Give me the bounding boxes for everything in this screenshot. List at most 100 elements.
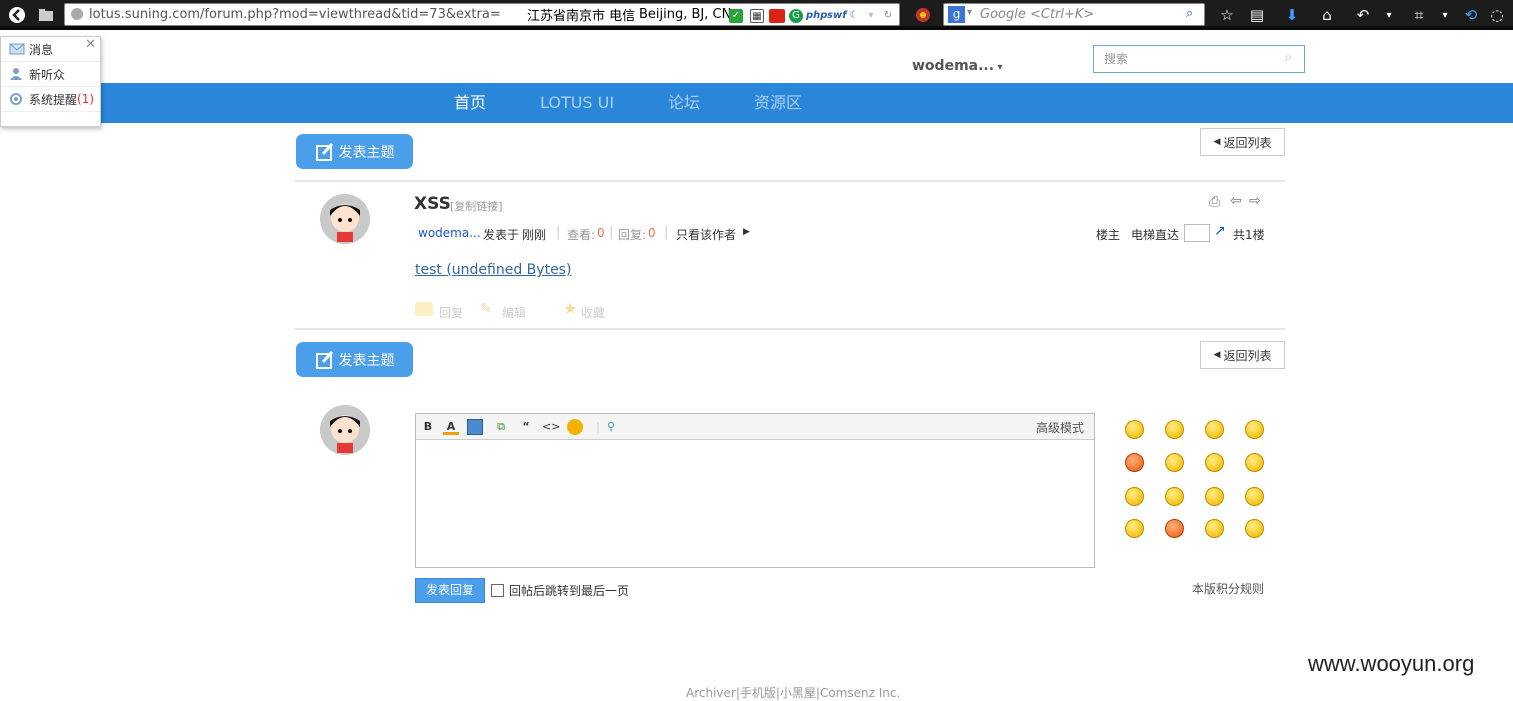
reload-icon[interactable]: ↻: [881, 9, 895, 23]
download-icon[interactable]: ⬇: [1279, 3, 1305, 27]
search-magnifier-icon[interactable]: ⌕: [1284, 48, 1292, 66]
envelope-icon: [9, 42, 25, 56]
bookmark-star-icon[interactable]: ☆: [1214, 3, 1240, 27]
emoji-grin-icon[interactable]: [1205, 420, 1224, 439]
copy-link[interactable]: [复制链接]: [450, 198, 503, 214]
notif-item-new-followers[interactable]: 新听众: [1, 62, 100, 87]
google-icon[interactable]: g: [948, 6, 965, 23]
emoji-happy-icon[interactable]: [1205, 453, 1224, 472]
swf-badge: swf: [827, 10, 847, 21]
green-g-icon[interactable]: G: [789, 9, 803, 23]
next-thread-icon[interactable]: ⇨: [1249, 193, 1261, 209]
google-search-box[interactable]: g ▾ Google <Ctrl+K> ⌕: [943, 3, 1205, 26]
post-topic-button-top[interactable]: 发表主题: [296, 134, 413, 169]
emoji-wink-icon[interactable]: [1125, 519, 1144, 538]
nav-resources[interactable]: 资源区: [754, 83, 802, 123]
emoji-tongue-icon[interactable]: [1165, 487, 1184, 506]
avatar[interactable]: [320, 194, 370, 244]
sync-icon[interactable]: ⟲: [1458, 3, 1484, 27]
geo-city-text: Beijing, BJ, CN: [639, 7, 732, 22]
undo-icon[interactable]: ↶: [1350, 3, 1376, 27]
extension-icon[interactable]: [910, 3, 936, 27]
bold-icon[interactable]: B: [420, 419, 436, 435]
address-bar[interactable]: lotus.suning.com/forum.php?mod=viewthrea…: [64, 3, 900, 26]
dropdown-icon[interactable]: ▾: [865, 9, 877, 23]
crop-icon[interactable]: ⌗: [1406, 3, 1432, 27]
advanced-mode-link[interactable]: 高级模式: [1036, 419, 1084, 436]
php-badge: php: [806, 10, 828, 21]
emoji-surprised-icon[interactable]: [1165, 453, 1184, 472]
emoji-doubt-icon[interactable]: [1245, 519, 1264, 538]
emoji-smile-icon[interactable]: [1125, 420, 1144, 439]
smiley-icon[interactable]: [567, 419, 583, 435]
main-nav: 首页 LOTUS UI 论坛 资源区: [0, 83, 1513, 123]
image-icon[interactable]: [467, 419, 483, 435]
emoji-shy-icon[interactable]: [1125, 487, 1144, 506]
emoji-teeth-icon[interactable]: [1245, 487, 1264, 506]
code-icon[interactable]: <>: [542, 419, 560, 435]
post-topic-button-bottom[interactable]: 发表主题: [296, 342, 413, 377]
notif-label: 消息: [29, 42, 54, 57]
jump-last-checkbox[interactable]: [491, 584, 504, 597]
emoji-annoyed-icon[interactable]: [1205, 519, 1224, 538]
back-to-list-button-top[interactable]: ◀ 返回列表: [1200, 128, 1285, 156]
attachment-icon[interactable]: ⚲: [603, 419, 619, 435]
crop-dropdown-icon[interactable]: ▾: [1432, 3, 1458, 27]
replies-label: 回复:: [618, 228, 647, 242]
emoji-shout-icon[interactable]: [1165, 519, 1184, 538]
back-arrow-icon[interactable]: [4, 3, 30, 27]
notif-item-system[interactable]: 系统提醒 (1): [1, 87, 100, 112]
emoji-love-icon[interactable]: [1245, 453, 1264, 472]
back-to-list-button-bottom[interactable]: ◀ 返回列表: [1200, 341, 1285, 369]
elevator-label: 电梯直达: [1131, 228, 1180, 242]
divider: [295, 180, 1285, 182]
quote-icon[interactable]: “: [518, 419, 534, 435]
user-icon: [9, 67, 25, 81]
caret-left-icon: ◀: [1213, 137, 1221, 147]
emoji-cry-icon[interactable]: [1245, 420, 1264, 439]
emoji-angry-icon[interactable]: [1125, 453, 1144, 472]
page-info-icon[interactable]: [71, 8, 83, 20]
prev-thread-icon[interactable]: ⇦: [1230, 193, 1242, 209]
print-icon[interactable]: ⎙: [1209, 194, 1220, 210]
gear-icon: [9, 92, 25, 106]
nav-lotus-ui[interactable]: LOTUS UI: [540, 83, 614, 123]
tab-icon[interactable]: [33, 3, 59, 27]
emoji-laugh-icon[interactable]: [1205, 487, 1224, 506]
google-search-placeholder: Google <Ctrl+K>: [980, 7, 1095, 22]
chat-bubble-icon[interactable]: ◌: [1484, 3, 1510, 27]
credit-rules-link[interactable]: 本版积分规则: [1192, 580, 1264, 597]
close-icon[interactable]: ✕: [85, 37, 96, 52]
edit-button[interactable]: 编辑: [502, 304, 526, 321]
nav-forum[interactable]: 论坛: [668, 83, 700, 123]
font-color-icon[interactable]: A: [443, 419, 459, 435]
nav-home[interactable]: 首页: [454, 83, 486, 123]
submit-reply-button[interactable]: 发表回复: [415, 578, 485, 603]
attachment-link[interactable]: test (undefined Bytes): [415, 262, 571, 278]
favorite-button[interactable]: 收藏: [581, 304, 605, 321]
china-flag-icon: [769, 9, 785, 23]
site-search-input[interactable]: 搜索: [1093, 45, 1305, 73]
link-icon[interactable]: ⧉: [493, 419, 509, 435]
search-icon[interactable]: ⌕: [1186, 6, 1193, 21]
author-link[interactable]: wodema...: [418, 226, 481, 240]
reply-button[interactable]: 回复: [439, 304, 463, 321]
undo-dropdown-icon[interactable]: ▾: [1376, 3, 1402, 27]
qr-code-icon[interactable]: ▦: [750, 9, 764, 23]
emoji-sad-icon[interactable]: [1165, 420, 1184, 439]
notification-popup: ✕ 消息 新听众 系统提醒 (1): [0, 36, 101, 127]
jump-go-icon[interactable]: ↗: [1214, 223, 1226, 239]
moon-icon[interactable]: ☾: [847, 9, 861, 23]
bookmarks-list-icon[interactable]: ▤: [1244, 3, 1270, 27]
home-icon[interactable]: ⌂: [1314, 3, 1340, 27]
username-dropdown[interactable]: wodema... ▾: [912, 58, 1003, 74]
shield-icon[interactable]: ✓: [729, 9, 743, 23]
replies-count: 0: [648, 226, 656, 240]
only-author-link[interactable]: 只看该作者: [676, 226, 736, 243]
posted-time: 刚刚: [522, 228, 547, 242]
floor-jump-input[interactable]: [1184, 224, 1210, 242]
separator: |: [556, 225, 561, 240]
reply-textarea[interactable]: [416, 440, 1094, 567]
engine-dropdown-icon[interactable]: ▾: [967, 7, 972, 18]
separator: |: [664, 225, 669, 240]
